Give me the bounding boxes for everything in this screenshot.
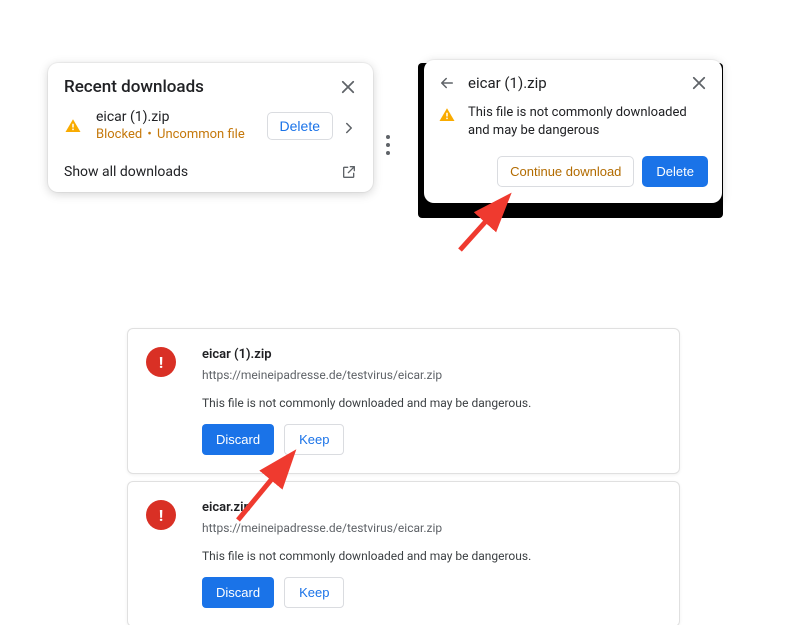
recent-downloads-popup: Recent downloads eicar (1).zip Blocked •…: [48, 63, 373, 192]
download-file-name: eicar (1).zip: [96, 109, 261, 125]
back-arrow-icon[interactable]: [438, 74, 456, 92]
download-warning-text: This file is not commonly downloaded and…: [202, 396, 659, 410]
download-detail-popup: eicar (1).zip This file is not commonly …: [424, 60, 722, 203]
download-url[interactable]: https://meineipadresse.de/testvirus/eica…: [202, 368, 659, 382]
overflow-menu-icon[interactable]: [386, 135, 390, 155]
download-warning-text: This file is not commonly downloaded and…: [202, 549, 659, 563]
download-card: ! eicar (1).zip https://meineipadresse.d…: [127, 328, 680, 474]
delete-button[interactable]: Delete: [267, 112, 333, 140]
detail-title: eicar (1).zip: [468, 74, 690, 92]
delete-button[interactable]: Delete: [642, 156, 708, 187]
download-card: ! eicar.zip https://meineipadresse.de/te…: [127, 481, 680, 625]
close-icon[interactable]: [339, 78, 357, 96]
warning-circle-icon: !: [146, 347, 176, 377]
discard-button[interactable]: Discard: [202, 577, 274, 608]
warning-circle-icon: !: [146, 500, 176, 530]
discard-button[interactable]: Discard: [202, 424, 274, 455]
open-external-icon[interactable]: [341, 164, 357, 180]
keep-button[interactable]: Keep: [284, 577, 344, 608]
show-all-downloads-link[interactable]: Show all downloads: [64, 164, 188, 180]
warning-triangle-icon: [438, 106, 456, 124]
continue-download-button[interactable]: Continue download: [497, 156, 634, 187]
chevron-right-icon[interactable]: [343, 119, 357, 133]
warning-triangle-icon: [64, 117, 82, 135]
download-file-name: eicar (1).zip: [202, 347, 659, 362]
keep-button[interactable]: Keep: [284, 424, 344, 455]
detail-warning-message: This file is not commonly downloaded and…: [468, 104, 708, 140]
close-icon[interactable]: [690, 74, 708, 92]
download-file-name: eicar.zip: [202, 500, 659, 515]
recent-downloads-title: Recent downloads: [64, 77, 204, 97]
download-status: Blocked • Uncommon file: [96, 127, 261, 142]
download-url[interactable]: https://meineipadresse.de/testvirus/eica…: [202, 521, 659, 535]
